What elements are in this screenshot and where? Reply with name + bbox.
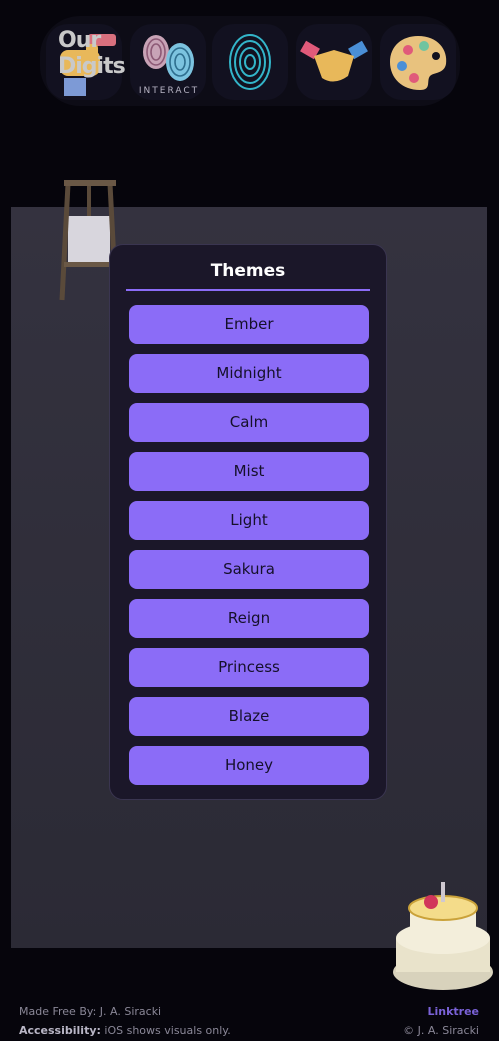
logo-text-line2: Digits [58,54,126,79]
handshake-icon [300,40,368,82]
cake-icon [393,882,493,990]
theme-button-light[interactable]: Light [129,501,369,540]
theme-button-midnight[interactable]: Midnight [129,354,369,393]
made-by-text: Made Free By: J. A. Siracki [19,1005,162,1018]
fingerprint-button[interactable] [212,24,288,100]
linktree-link[interactable]: Linktree [403,1002,479,1021]
footer-left: Made Free By: J. A. Siracki Accessibilit… [19,1002,231,1040]
theme-list: Ember Midnight Calm Mist Light Sakura Re… [129,305,369,795]
logo-button[interactable]: Our Digits [46,24,126,100]
theme-button-blaze[interactable]: Blaze [129,697,369,736]
theme-button-mist[interactable]: Mist [129,452,369,491]
footer-right: Linktree © J. A. Siracki [403,1002,479,1040]
top-nav: Our Digits INTERACT [40,16,460,106]
copyright-text: © J. A. Siracki [403,1024,479,1037]
palette-icon [390,36,447,90]
theme-button-honey[interactable]: Honey [129,746,369,785]
accessibility-note: Accessibility: iOS shows visuals only. [19,1021,231,1040]
theme-button-sakura[interactable]: Sakura [129,550,369,589]
palette-button[interactable] [380,24,456,100]
interact-button[interactable]: INTERACT [130,24,206,100]
themes-modal: Themes Ember Midnight Calm Mist Light Sa… [109,244,387,800]
fingerprint-icon [229,34,271,90]
accessibility-label: Accessibility: [19,1024,101,1037]
modal-title: Themes [126,261,370,291]
interact-label: INTERACT [138,86,200,96]
handshake-button[interactable] [296,24,372,100]
theme-button-reign[interactable]: Reign [129,599,369,638]
theme-button-princess[interactable]: Princess [129,648,369,687]
logo-text-line1: Our [58,28,101,53]
theme-button-ember[interactable]: Ember [129,305,369,344]
theme-button-calm[interactable]: Calm [129,403,369,442]
accessibility-text: iOS shows visuals only. [100,1024,231,1037]
